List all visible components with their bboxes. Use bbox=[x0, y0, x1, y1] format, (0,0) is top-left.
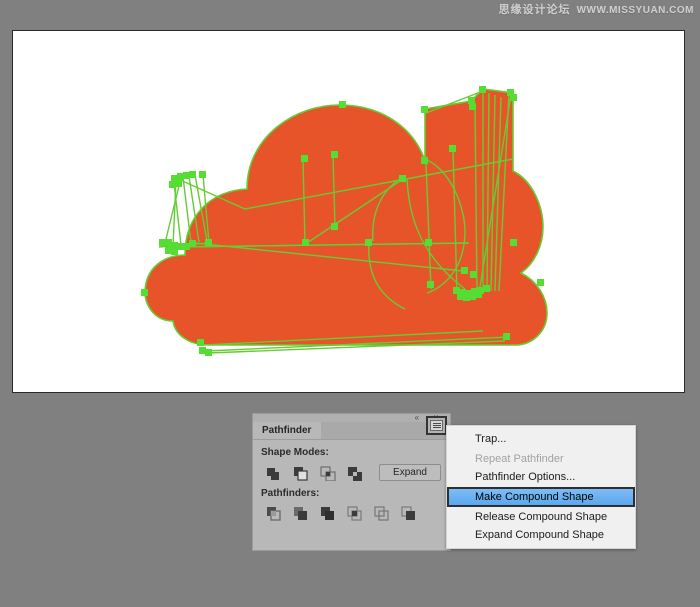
tab-pathfinder-label: Pathfinder bbox=[262, 425, 312, 436]
unite-button[interactable] bbox=[261, 461, 288, 483]
panel-tabstrip: Pathfinder bbox=[253, 416, 450, 440]
minus-back-button[interactable] bbox=[396, 502, 423, 524]
intersect-icon bbox=[320, 465, 336, 481]
pathfinders-label: Pathfinders: bbox=[261, 488, 320, 499]
menu-item-expand-compound-shape[interactable]: Expand Compound Shape bbox=[447, 526, 635, 544]
expand-button-label: Expand bbox=[393, 466, 427, 478]
menu-item-label: Make Compound Shape bbox=[475, 491, 594, 503]
shape-modes-label: Shape Modes: bbox=[261, 447, 329, 458]
exclude-button[interactable] bbox=[342, 461, 369, 483]
menu-item-pathfinder-options[interactable]: Pathfinder Options... bbox=[447, 468, 635, 486]
intersect-button[interactable] bbox=[315, 461, 342, 483]
menu-item-label: Pathfinder Options... bbox=[475, 471, 576, 483]
merge-button[interactable] bbox=[315, 502, 342, 524]
menu-item-label: Release Compound Shape bbox=[475, 511, 608, 523]
panel-body: Shape Modes: Expand Pathfinders: bbox=[253, 440, 450, 524]
menu-item-label: Trap... bbox=[475, 433, 507, 445]
menu-item-release-compound-shape[interactable]: Release Compound Shape bbox=[447, 508, 635, 526]
panel-titlebar[interactable]: « ˅ bbox=[253, 413, 450, 422]
panel-flyout-menu[interactable]: Trap... Repeat Pathfinder Pathfinder Opt… bbox=[446, 425, 636, 549]
minus-back-icon bbox=[401, 505, 415, 520]
divide-button[interactable] bbox=[261, 502, 288, 524]
watermark: 思缘设计论坛 WWW.MISSYUAN.COM bbox=[499, 1, 694, 17]
unite-icon bbox=[267, 467, 279, 480]
minus-front-icon bbox=[294, 466, 308, 481]
shape-modes-row: Expand bbox=[261, 461, 442, 483]
watermark-url: WWW.MISSYUAN.COM bbox=[576, 5, 694, 16]
watermark-chinese: 思缘设计论坛 bbox=[498, 4, 571, 16]
hamburger-menu-icon bbox=[430, 420, 443, 431]
trim-button[interactable] bbox=[288, 502, 315, 524]
outline-button[interactable] bbox=[369, 502, 396, 524]
tab-pathfinder[interactable]: Pathfinder bbox=[253, 422, 322, 439]
menu-item-make-compound-shape[interactable]: Make Compound Shape bbox=[447, 487, 635, 507]
illustrator-artboard[interactable] bbox=[12, 30, 685, 393]
crop-icon bbox=[347, 505, 362, 521]
divide-icon bbox=[267, 506, 281, 521]
menu-item-label: Repeat Pathfinder bbox=[475, 453, 564, 465]
trim-icon bbox=[294, 506, 307, 520]
outline-icon bbox=[374, 505, 389, 521]
menu-item-repeat-pathfinder: Repeat Pathfinder bbox=[447, 450, 635, 468]
minus-front-button[interactable] bbox=[288, 461, 315, 483]
menu-item-label: Expand Compound Shape bbox=[475, 529, 605, 541]
merge-icon bbox=[321, 506, 334, 520]
panel-menu-button[interactable] bbox=[426, 416, 447, 435]
pathfinder-panel[interactable]: « ˅ Pathfinder Shape Modes: bbox=[253, 413, 450, 550]
expand-button[interactable]: Expand bbox=[379, 463, 441, 481]
menu-item-trap[interactable]: Trap... bbox=[447, 430, 635, 448]
exclude-icon bbox=[348, 466, 362, 481]
pathfinders-row bbox=[261, 502, 442, 524]
crop-button[interactable] bbox=[342, 502, 369, 524]
vector-artwork bbox=[141, 86, 548, 356]
